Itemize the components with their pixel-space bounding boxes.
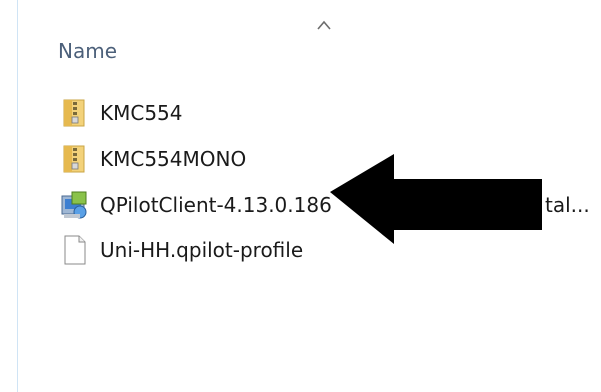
zip-folder-icon <box>63 145 85 173</box>
column-header-name[interactable]: Name <box>58 36 117 66</box>
zip-folder-icon <box>63 99 85 127</box>
file-name: KMC554 <box>100 101 183 125</box>
file-name: Uni-HH.qpilot-profile <box>100 238 304 262</box>
file-name: QPilotClient-4.13.0.186 <box>100 193 332 217</box>
navigation-pane-edge <box>0 0 18 392</box>
document-icon <box>64 235 86 265</box>
annotation-arrow-icon <box>330 154 542 244</box>
file-name: KMC554MONO <box>100 147 247 171</box>
installer-icon <box>61 191 87 219</box>
list-item[interactable]: KMC554 <box>58 93 601 133</box>
file-explorer-pane: Name KMC554 KMC554MONO QPilotClient-4.13… <box>0 0 601 392</box>
sort-ascending-icon[interactable] <box>316 18 332 32</box>
